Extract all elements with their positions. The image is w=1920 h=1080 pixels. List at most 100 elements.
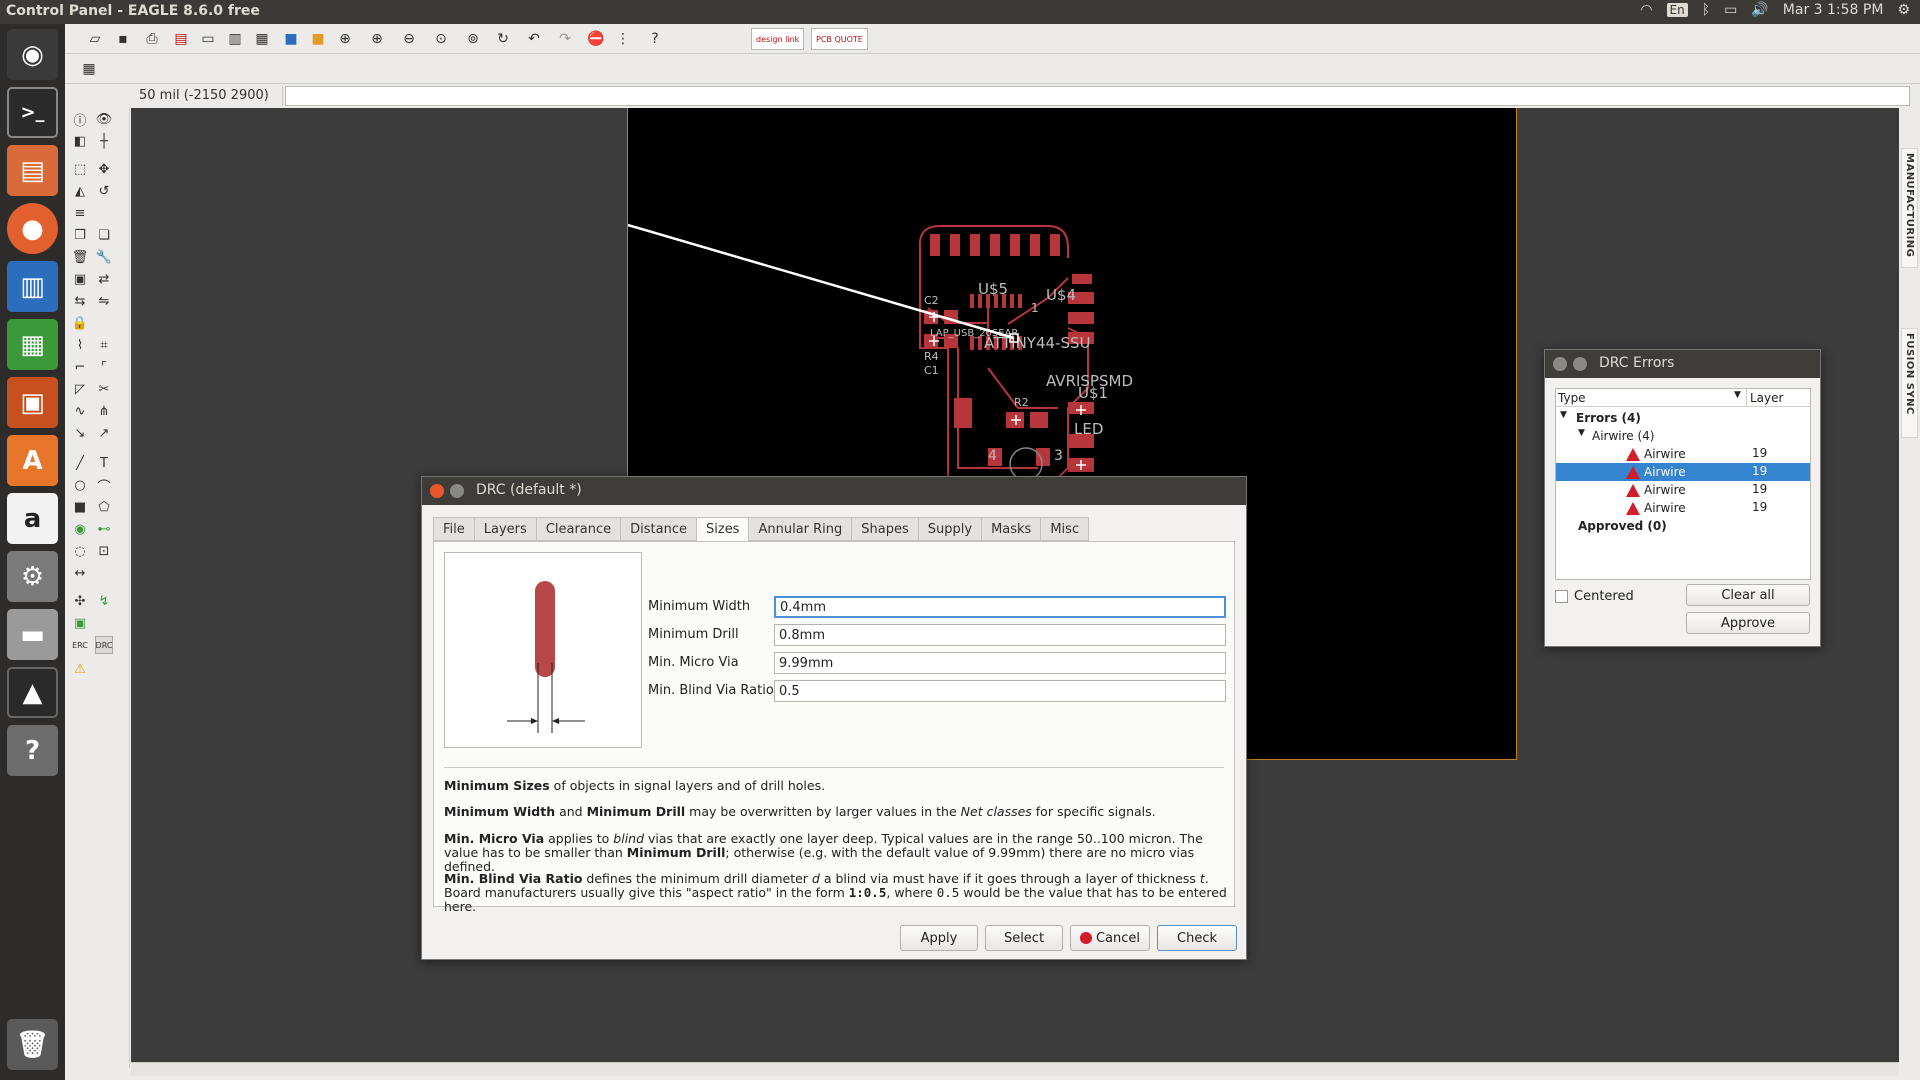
errors-group[interactable]: ▼ Errors (4): [1556, 409, 1810, 427]
ratsnest-tool-icon[interactable]: ✣: [71, 592, 89, 610]
miter-icon[interactable]: ⌜: [95, 358, 113, 376]
amazon-icon[interactable]: a: [7, 493, 58, 544]
slice-icon[interactable]: ◸: [71, 380, 89, 398]
command-line-input[interactable]: [285, 86, 1910, 106]
stop-icon[interactable]: ⛔: [586, 29, 606, 49]
align-icon[interactable]: ≡: [71, 204, 89, 222]
arc-icon[interactable]: ⌒: [95, 476, 113, 495]
approve-button[interactable]: Approve: [1686, 612, 1810, 634]
min-drill-input[interactable]: [774, 624, 1226, 646]
attribute-icon[interactable]: ⊡: [95, 542, 113, 560]
settings-icon[interactable]: ⚙: [7, 551, 58, 602]
board-icon[interactable]: ▭: [198, 29, 218, 49]
error-row-selected[interactable]: Airwire 19: [1556, 463, 1810, 481]
zoom-select-icon[interactable]: ⊙: [431, 29, 451, 49]
autoroute-icon[interactable]: ↘: [71, 424, 89, 442]
eye-icon[interactable]: 👁: [95, 110, 113, 128]
zoom-fit-icon[interactable]: ⊕: [335, 29, 355, 49]
eagle-icon[interactable]: ▲: [7, 667, 58, 718]
warning-icon[interactable]: ⚠: [71, 660, 89, 678]
swap-icon[interactable]: ⇋: [95, 292, 113, 310]
circle-icon[interactable]: ○: [71, 476, 89, 494]
bluetooth-icon[interactable]: ᛒ: [1702, 2, 1710, 18]
column-type[interactable]: Type: [1558, 391, 1586, 405]
design-link-button[interactable]: design link: [751, 28, 805, 50]
help-circle-icon[interactable]: ?: [645, 29, 665, 49]
signal-icon[interactable]: ⊷: [95, 520, 113, 538]
min-width-input[interactable]: [774, 596, 1226, 618]
impress-icon[interactable]: ▣: [7, 377, 58, 428]
wire-icon[interactable]: ╱: [71, 454, 89, 472]
close-icon[interactable]: [1553, 357, 1567, 371]
cam-icon[interactable]: ▤: [171, 29, 191, 49]
erc-button[interactable]: ERC: [71, 636, 89, 654]
ratsnest-icon[interactable]: ▥: [225, 29, 245, 49]
error-row[interactable]: Airwire 19: [1556, 481, 1810, 499]
copy-icon[interactable]: ❐: [71, 226, 89, 244]
airwire-icon[interactable]: ↗: [95, 424, 113, 442]
approved-group[interactable]: Approved (0): [1556, 517, 1810, 535]
drc-button[interactable]: DRC: [95, 636, 113, 654]
horizontal-scrollbar[interactable]: [131, 1062, 1899, 1076]
drc-errors-tree[interactable]: Type ▼ Layer ▼ Errors (4) ▼ Airwire (4) …: [1555, 388, 1811, 580]
keyboard-layout-indicator[interactable]: En: [1666, 3, 1688, 17]
polygon-icon[interactable]: ⬠: [95, 498, 113, 516]
open-icon[interactable]: ▱: [85, 29, 105, 49]
mirror-icon[interactable]: ◭: [71, 182, 89, 200]
gear-icon[interactable]: ⚙: [1897, 2, 1910, 18]
hole-icon[interactable]: ◌: [71, 542, 89, 560]
lock-icon[interactable]: 🔒: [71, 314, 89, 332]
add-icon[interactable]: ▣: [71, 270, 89, 288]
centered-checkbox[interactable]: [1555, 590, 1568, 603]
volume-icon[interactable]: 🔊: [1751, 2, 1768, 18]
wifi-icon[interactable]: ◠: [1640, 2, 1652, 18]
tab-annular-ring[interactable]: Annular Ring: [748, 517, 853, 541]
error-row[interactable]: Airwire 19: [1556, 445, 1810, 463]
software-center-icon[interactable]: A: [7, 435, 58, 486]
maximize-icon[interactable]: [1573, 357, 1587, 371]
info-icon[interactable]: ⓘ: [71, 110, 89, 129]
redraw-icon[interactable]: ↻: [493, 29, 513, 49]
min-blind-via-ratio-input[interactable]: [774, 680, 1226, 702]
go-icon[interactable]: ⋮: [613, 29, 633, 49]
column-layer[interactable]: Layer: [1750, 391, 1783, 405]
terminal-icon[interactable]: >_: [7, 87, 58, 138]
disk-icon[interactable]: ▬: [7, 609, 58, 660]
dimension-icon[interactable]: ↔: [71, 564, 89, 582]
design-block-icon[interactable]: ▣: [71, 614, 89, 632]
print-icon[interactable]: ⎙: [142, 29, 162, 49]
ulp-icon[interactable]: ■: [308, 29, 328, 49]
apply-button[interactable]: Apply: [900, 925, 978, 951]
firefox-icon[interactable]: ●: [7, 203, 58, 254]
min-micro-via-input[interactable]: [774, 652, 1226, 674]
cancel-button[interactable]: Cancel: [1070, 925, 1150, 951]
split-icon[interactable]: ⌇: [71, 336, 89, 354]
calc-icon[interactable]: ▦: [7, 319, 58, 370]
ripup-icon[interactable]: ✂: [95, 380, 113, 398]
select-button[interactable]: Select: [985, 925, 1063, 951]
replace-icon[interactable]: ⇄: [95, 270, 113, 288]
redo-icon[interactable]: ↷: [555, 29, 575, 49]
ubuntu-dash-icon[interactable]: ◉: [7, 29, 58, 80]
clear-all-button[interactable]: Clear all: [1686, 584, 1810, 606]
clock[interactable]: Mar 3 1:58 PM: [1783, 2, 1884, 18]
select-icon[interactable]: ⬚: [71, 160, 89, 178]
text-icon[interactable]: T: [95, 454, 113, 472]
tab-clearance[interactable]: Clearance: [535, 517, 622, 541]
move-icon[interactable]: ✥: [95, 160, 113, 178]
battery-icon[interactable]: ▭: [1724, 2, 1737, 18]
airwire-group[interactable]: ▼ Airwire (4): [1556, 427, 1810, 445]
rectangle-icon[interactable]: ■: [71, 498, 89, 516]
zoom-redraw-icon[interactable]: ⊚: [463, 29, 483, 49]
tab-supply[interactable]: Supply: [917, 517, 983, 541]
tab-masks[interactable]: Masks: [981, 517, 1042, 541]
manufacturing-tab[interactable]: MANUFACTURING: [1901, 148, 1918, 268]
tab-layers[interactable]: Layers: [473, 517, 537, 541]
zoom-out-icon[interactable]: ⊖: [399, 29, 419, 49]
error-row[interactable]: Airwire 19: [1556, 499, 1810, 517]
library-icon[interactable]: ▦: [252, 29, 272, 49]
tab-distance[interactable]: Distance: [620, 517, 697, 541]
fusion-sync-tab[interactable]: FUSION SYNC: [1901, 328, 1918, 438]
maximize-icon[interactable]: [450, 484, 464, 498]
tab-file[interactable]: File: [433, 517, 475, 541]
